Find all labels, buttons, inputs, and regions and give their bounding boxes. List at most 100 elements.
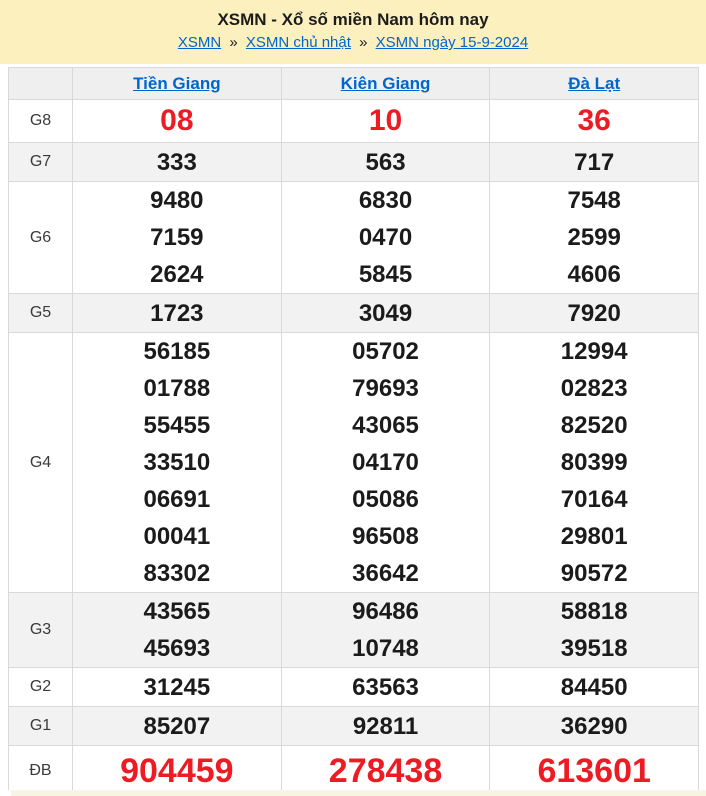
prize-label: G1 bbox=[8, 706, 73, 746]
prize-label: G8 bbox=[8, 99, 73, 143]
prize-value: 39518 bbox=[560, 635, 628, 662]
column-header-link-da-lat[interactable]: Đà Lạt bbox=[568, 74, 620, 93]
breadcrumb-link-xsmn[interactable]: XSMN bbox=[178, 34, 221, 51]
prize-values-cell: 10 bbox=[280, 99, 491, 143]
prize-value: 80399 bbox=[560, 449, 628, 476]
prize-values-cell: 05702 79693 43065 04170 05086 96508 36642 bbox=[280, 332, 491, 593]
table-row: G6 9480 7159 2624 6830 0470 5845 7548 2599 4606 bbox=[8, 181, 699, 294]
prize-value: 04170 bbox=[352, 449, 419, 476]
prize-value: 56185 bbox=[143, 338, 211, 365]
table-row: G2 31245 63563 84450 bbox=[8, 667, 699, 707]
prize-value: 55455 bbox=[143, 412, 211, 439]
prize-value: 36290 bbox=[560, 712, 628, 740]
prize-value: 05702 bbox=[352, 338, 419, 365]
prize-label: G3 bbox=[8, 592, 73, 668]
prize-value: 96486 bbox=[352, 598, 419, 625]
breadcrumb-link-xsmn-ngay[interactable]: XSMN ngày 15-9-2024 bbox=[376, 34, 529, 51]
prize-value: 333 bbox=[156, 148, 197, 176]
prize-value: 6830 bbox=[358, 187, 413, 214]
prize-value: 36642 bbox=[352, 560, 419, 587]
table-row: G1 85207 92811 36290 bbox=[8, 706, 699, 746]
prize-values-cell: 08 bbox=[72, 99, 282, 143]
prize-values-cell: 56185 01788 55455 33510 06691 00041 83302 bbox=[72, 332, 282, 593]
prize-value: 02823 bbox=[560, 375, 628, 402]
results-table-header: Tiền Giang Kiên Giang Đà Lạt bbox=[8, 67, 699, 100]
prize-values-cell: 31245 bbox=[72, 667, 282, 707]
table-row: G8 08 10 36 bbox=[8, 99, 699, 143]
prize-values-cell: 563 bbox=[280, 142, 491, 182]
prize-value: 43565 bbox=[143, 598, 211, 625]
prize-value: 45693 bbox=[143, 635, 211, 662]
prize-values-cell: 717 bbox=[489, 142, 699, 182]
page: XSMN - Xổ số miền Nam hôm nay XSMN » XSM… bbox=[0, 0, 706, 796]
breadcrumb-link-xsmn-chu-nhat[interactable]: XSMN chủ nhật bbox=[246, 34, 351, 51]
prize-value: 96508 bbox=[352, 523, 419, 550]
column-header-link-tien-giang[interactable]: Tiền Giang bbox=[133, 74, 221, 93]
table-header-row: Tiền Giang Kiên Giang Đà Lạt bbox=[8, 67, 699, 100]
prize-value: 613601 bbox=[537, 752, 651, 790]
prize-value: 90572 bbox=[560, 560, 628, 587]
prize-values-cell: 7920 bbox=[489, 293, 699, 333]
prize-value: 58818 bbox=[560, 598, 628, 625]
prize-values-cell: 84450 bbox=[489, 667, 699, 707]
prize-values-cell: 904459 bbox=[72, 745, 282, 796]
prize-value: 85207 bbox=[143, 712, 211, 740]
prize-values-cell: 96486 10748 bbox=[280, 592, 491, 668]
next-section-strip bbox=[0, 790, 706, 796]
breadcrumb-separator: » bbox=[359, 34, 368, 51]
prize-values-cell: 1723 bbox=[72, 293, 282, 333]
prize-label: G2 bbox=[8, 667, 73, 707]
prize-values-cell: 85207 bbox=[72, 706, 282, 746]
breadcrumb: XSMN » XSMN chủ nhật » XSMN ngày 15-9-20… bbox=[0, 34, 706, 51]
prize-column-header bbox=[8, 67, 73, 100]
prize-value: 5845 bbox=[358, 261, 413, 288]
page-title: XSMN - Xổ số miền Nam hôm nay bbox=[217, 10, 489, 29]
prize-values-cell: 6830 0470 5845 bbox=[280, 181, 491, 294]
prize-values-cell: 58818 39518 bbox=[489, 592, 699, 668]
prize-value: 2599 bbox=[567, 224, 621, 251]
prize-value: 08 bbox=[160, 104, 194, 137]
prize-value: 7159 bbox=[150, 224, 204, 251]
table-row: G7 333 563 717 bbox=[8, 142, 699, 182]
prize-values-cell: 7548 2599 4606 bbox=[489, 181, 699, 294]
table-row: G3 43565 45693 96486 10748 58818 39518 bbox=[8, 592, 699, 668]
prize-values-cell: 63563 bbox=[280, 667, 491, 707]
prize-value: 563 bbox=[365, 148, 406, 176]
prize-value: 70164 bbox=[560, 486, 628, 513]
prize-value: 29801 bbox=[560, 523, 628, 550]
page-header: XSMN - Xổ số miền Nam hôm nay XSMN » XSM… bbox=[0, 0, 706, 64]
prize-values-cell: 36290 bbox=[489, 706, 699, 746]
prize-value: 43065 bbox=[352, 412, 419, 439]
prize-values-cell: 613601 bbox=[489, 745, 699, 796]
prize-value: 0470 bbox=[358, 224, 413, 251]
prize-value: 63563 bbox=[352, 673, 419, 701]
table-row: G5 1723 3049 7920 bbox=[8, 293, 699, 333]
table-row: G4 56185 01788 55455 33510 06691 00041 83302 057… bbox=[8, 332, 699, 593]
prize-value: 12994 bbox=[560, 338, 628, 365]
prize-values-cell: 278438 bbox=[280, 745, 491, 796]
prize-value: 92811 bbox=[352, 712, 419, 740]
column-header-link-kien-giang[interactable]: Kiên Giang bbox=[341, 74, 431, 93]
column-header-kien-giang: Kiên Giang bbox=[280, 67, 491, 100]
prize-value: 278438 bbox=[328, 752, 443, 790]
table-row: ĐB 904459 278438 613601 bbox=[8, 745, 699, 796]
prize-values-cell: 9480 7159 2624 bbox=[72, 181, 282, 294]
prize-values-cell: 36 bbox=[489, 99, 699, 143]
prize-value: 36 bbox=[577, 104, 611, 137]
prize-value: 33510 bbox=[143, 449, 211, 476]
prize-value: 83302 bbox=[143, 560, 211, 587]
prize-value: 10748 bbox=[352, 635, 419, 662]
prize-value: 79693 bbox=[352, 375, 419, 402]
prize-label: G4 bbox=[8, 332, 73, 593]
prize-value: 7548 bbox=[567, 187, 621, 214]
prize-values-cell: 43565 45693 bbox=[72, 592, 282, 668]
column-header-tien-giang: Tiền Giang bbox=[72, 67, 282, 100]
prize-value: 3049 bbox=[358, 299, 413, 327]
prize-value: 00041 bbox=[143, 523, 211, 550]
prize-values-cell: 3049 bbox=[280, 293, 491, 333]
prize-values-cell: 12994 02823 82520 80399 70164 29801 90572 bbox=[489, 332, 699, 593]
prize-label: ĐB bbox=[8, 745, 73, 796]
column-header-da-lat: Đà Lạt bbox=[489, 67, 699, 100]
prize-value: 7920 bbox=[567, 299, 621, 327]
prize-value: 904459 bbox=[120, 752, 234, 790]
